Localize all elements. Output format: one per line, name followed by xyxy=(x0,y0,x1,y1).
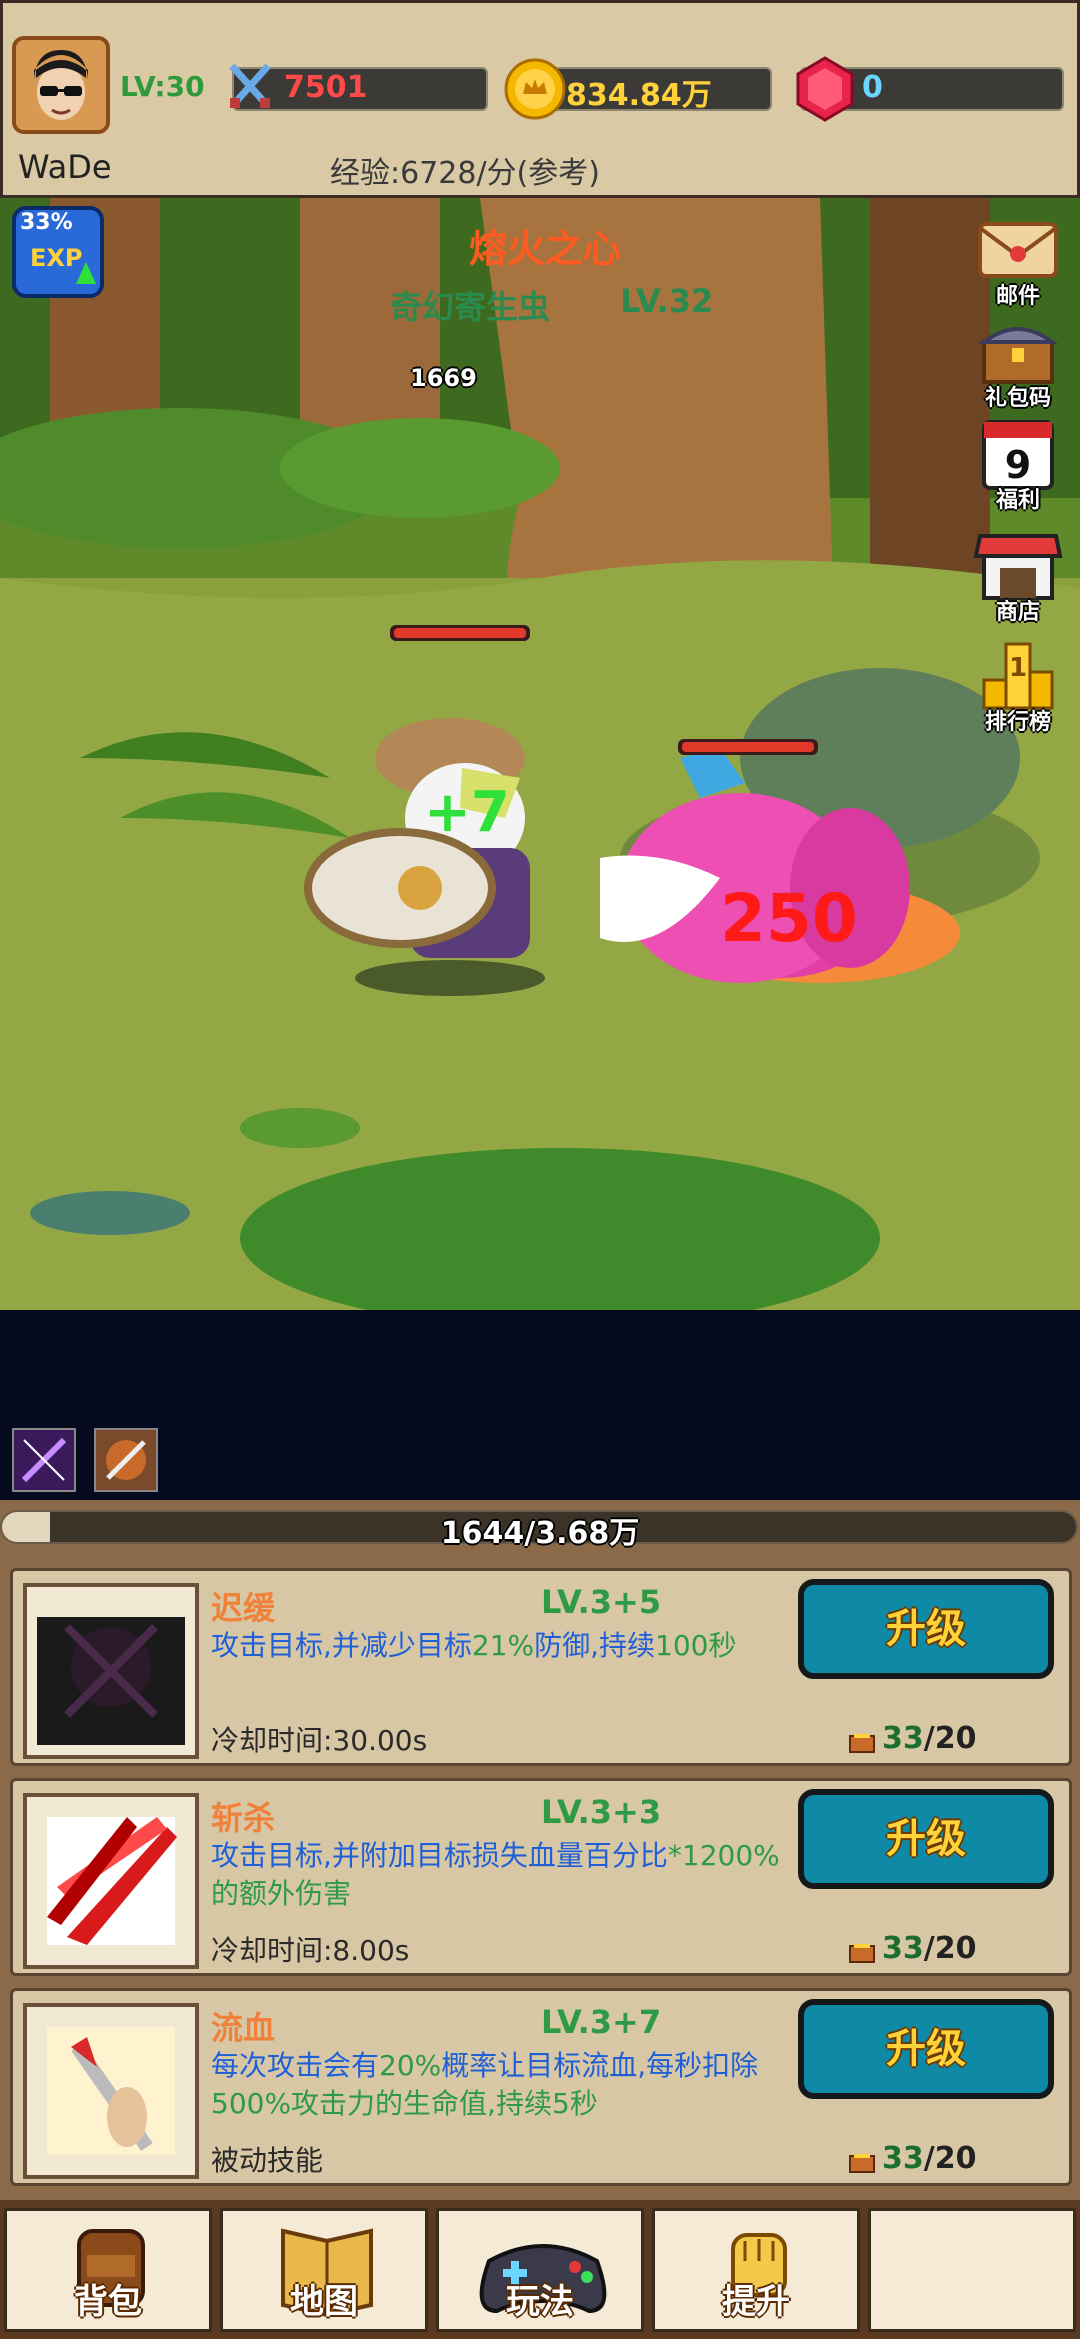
gem-value: 0 xyxy=(862,70,883,105)
calendar-day: 9 xyxy=(1005,443,1031,487)
book-required: /20 xyxy=(923,1931,977,1966)
nav-label: 地图 xyxy=(290,2282,358,2322)
slow-buff-icon xyxy=(12,1428,76,1492)
ruby-gem-icon xyxy=(794,56,856,122)
desc-highlight: 21% xyxy=(471,1629,535,1662)
skill-name: 流血 xyxy=(211,2009,276,2047)
skill-name: 斩杀 xyxy=(211,1799,276,1837)
stage-boss-title: 熔火之心 xyxy=(468,227,621,271)
leaderboard-button[interactable]: 1 排行榜 xyxy=(970,636,1066,735)
nav-tab-upgrade[interactable]: 提升 xyxy=(652,2208,860,2332)
skill-description: 每次攻击会有20%概率让目标流血,每秒扣除 500%攻击力的生命值,持续5秒 xyxy=(211,2047,791,2123)
book-owned: 33 xyxy=(882,1721,924,1756)
skill-cooldown: 冷却时间:8.00s xyxy=(211,1934,410,1967)
player-avatar[interactable] xyxy=(12,36,110,134)
nav-tab-backpack[interactable]: 背包 xyxy=(4,2208,212,2332)
nav-label: 玩法 xyxy=(506,2282,574,2322)
desc-highlight: 20% xyxy=(379,2049,442,2082)
skill-card-bleed: 流血 LV.3+7 每次攻击会有20%概率让目标流血,每秒扣除 500%攻击力的生… xyxy=(10,1988,1072,2186)
skill-card-execute: 斩杀 LV.3+3 攻击目标,并附加目标损失血量百分比*1200%的额外伤害 冷… xyxy=(10,1778,1072,1976)
bottom-nav: 背包 地图 玩法 提升 xyxy=(0,2200,1080,2339)
skill-name: 迟缓 xyxy=(211,1589,276,1627)
nav-tab-gameplay[interactable]: 玩法 xyxy=(436,2208,644,2332)
desc-text: 每次攻击会有 xyxy=(211,2049,380,2082)
leaderboard-label: 排行榜 xyxy=(984,710,1051,735)
desc-highlight: *1200 xyxy=(667,1839,754,1872)
power-value: 7501 xyxy=(284,70,368,105)
rank-one: 1 xyxy=(1009,653,1027,683)
skill-book-cost: 33/20 xyxy=(848,1721,976,1756)
welfare-button[interactable]: 9 福利 xyxy=(970,414,1066,513)
upgrade-button[interactable]: 升级 xyxy=(798,1579,1054,1679)
bleed-skill-icon xyxy=(23,2003,199,2179)
battle-scene xyxy=(0,198,1080,1310)
desc-highlight: 500%攻击力的生命值,持续5秒 xyxy=(211,2087,598,2120)
book-required: /20 xyxy=(923,1721,977,1756)
desc-highlight: 100秒 xyxy=(655,1629,737,1662)
desc-text: 概率让目标流血,每秒扣除 xyxy=(441,2049,759,2082)
skill-level: LV.3+7 xyxy=(541,2003,662,2041)
heal-popup: +7 xyxy=(424,780,510,845)
skill-level: LV.3+3 xyxy=(541,1793,662,1831)
slow-skill-icon xyxy=(23,1583,199,1759)
crossed-swords-icon xyxy=(226,60,274,112)
player-username: WaDe xyxy=(18,148,112,186)
gift-code-label: 礼包码 xyxy=(984,386,1051,411)
damage-popup: 250 xyxy=(720,880,858,957)
desc-text: 攻击目标,并附加目标损失血量百分比 xyxy=(211,1839,668,1872)
gift-code-button[interactable]: 礼包码 xyxy=(970,312,1066,411)
nav-label: 背包 xyxy=(74,2282,142,2322)
player-level: LV:30 xyxy=(120,70,205,103)
enemy-name: 奇幻寄生虫 xyxy=(390,288,551,326)
skill-progress-text: 1644/3.68万 xyxy=(440,1516,640,1551)
nav-label: 提升 xyxy=(722,2282,790,2322)
exp-per-minute: 经验:6728/分(参考) xyxy=(330,156,600,191)
skill-cooldown: 冷却时间:30.00s xyxy=(211,1724,428,1757)
welfare-label: 福利 xyxy=(995,488,1040,513)
shop-button[interactable]: 商店 xyxy=(970,526,1066,625)
book-required: /20 xyxy=(923,2141,977,2176)
skill-book-cost: 33/20 xyxy=(848,1931,976,1966)
skill-description: 攻击目标,并减少目标21%防御,持续100秒 xyxy=(211,1627,791,1665)
enemy-level: LV.32 xyxy=(620,282,714,320)
execute-buff-icon xyxy=(94,1428,158,1492)
forest-background xyxy=(0,198,1080,1310)
gold-value: 834.84万 xyxy=(566,78,712,113)
shop-label: 商店 xyxy=(995,600,1040,625)
desc-text: 攻击目标,并减少目标 xyxy=(211,1629,472,1662)
skill-book-icon xyxy=(848,1937,876,1963)
skill-description: 攻击目标,并附加目标损失血量百分比*1200%的额外伤害 xyxy=(211,1837,791,1913)
execute-skill-icon xyxy=(23,1793,199,1969)
mail-button[interactable]: 邮件 xyxy=(970,210,1066,309)
skill-type: 被动技能 xyxy=(211,2144,324,2177)
gold-coin-icon xyxy=(504,58,566,120)
upgrade-button[interactable]: 升级 xyxy=(798,1999,1054,2099)
player-hp-value: 1669 xyxy=(410,364,477,392)
battle-log-area xyxy=(0,1310,1080,1500)
skill-book-icon xyxy=(848,2147,876,2173)
book-owned: 33 xyxy=(882,1931,924,1966)
skill-book-icon xyxy=(848,1727,876,1753)
skill-card-slow: 迟缓 LV.3+5 攻击目标,并减少目标21%防御,持续100秒 冷却时间:30… xyxy=(10,1568,1072,1766)
desc-text: 防御,持续 xyxy=(534,1629,656,1662)
nav-tab-empty[interactable] xyxy=(868,2208,1076,2332)
skill-book-cost: 33/20 xyxy=(848,2141,976,2176)
mail-label: 邮件 xyxy=(995,284,1040,309)
upgrade-button[interactable]: 升级 xyxy=(798,1789,1054,1889)
book-owned: 33 xyxy=(882,2141,924,2176)
skill-level: LV.3+5 xyxy=(541,1583,662,1621)
nav-tab-map[interactable]: 地图 xyxy=(220,2208,428,2332)
